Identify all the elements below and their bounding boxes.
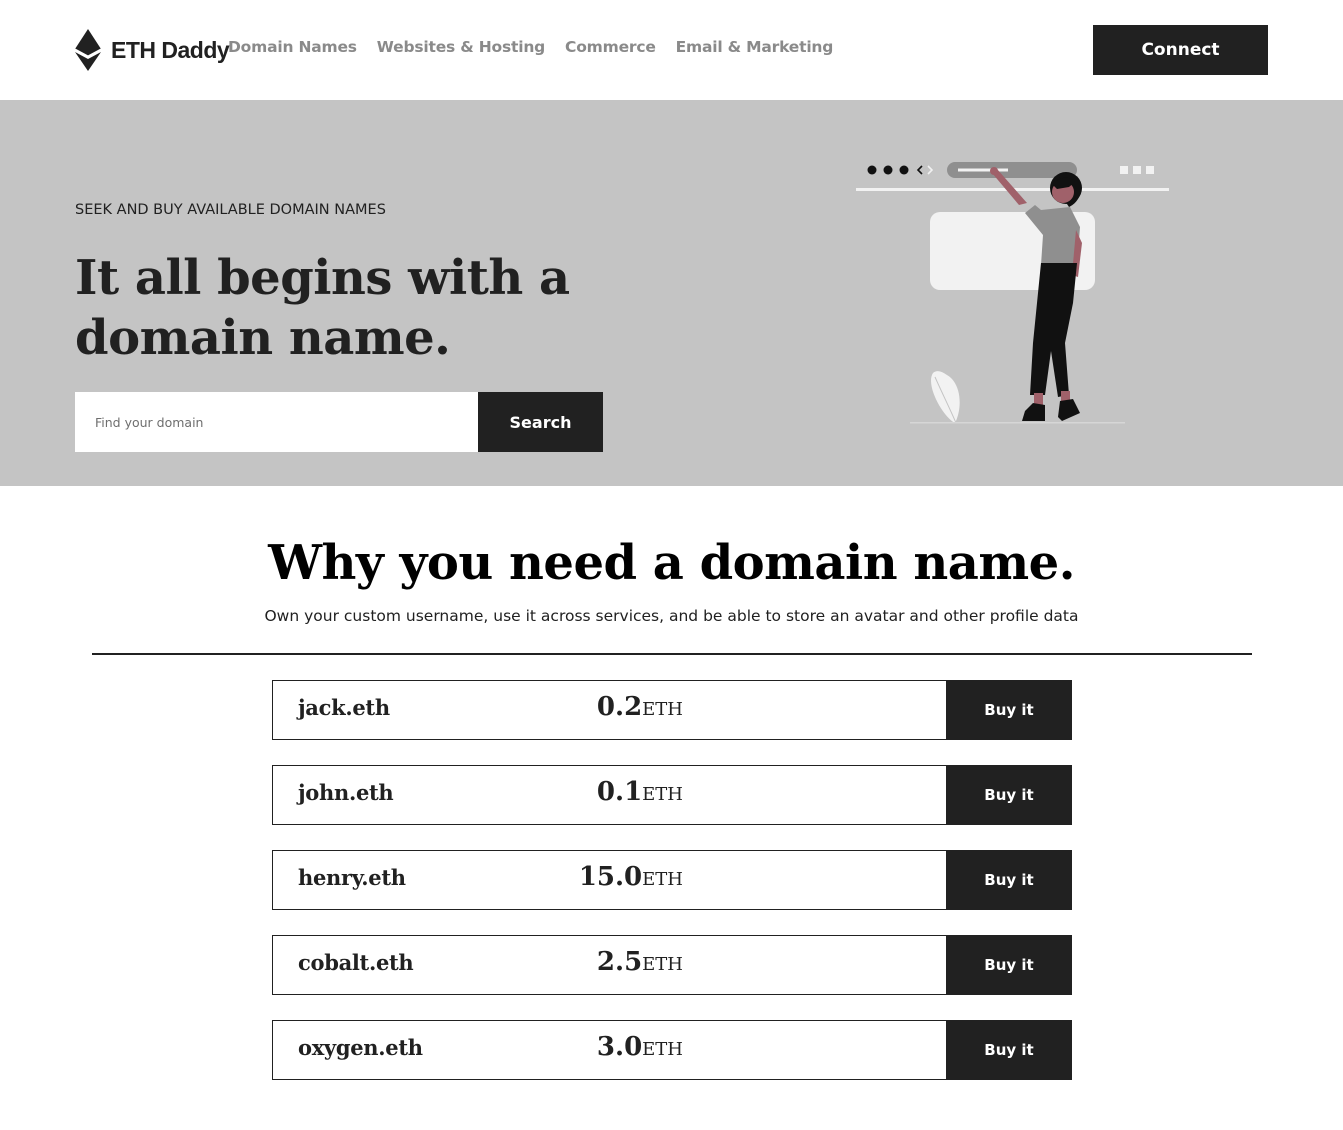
buy-button[interactable]: Buy it	[946, 935, 1072, 995]
hero-headline: It all begins with a domain name.	[75, 250, 570, 366]
brand-logo-link[interactable]: ETH Daddy	[75, 29, 230, 71]
search-button[interactable]: Search	[478, 392, 603, 452]
browser-woman-illustration	[856, 162, 1169, 424]
nav-link-websites-hosting[interactable]: Websites & Hosting	[377, 38, 545, 56]
section-divider	[92, 653, 1252, 655]
domain-card: henry.eth 15.0 ETH Buy it	[272, 850, 1072, 910]
domain-listings: jack.eth 0.2 ETH Buy it john.eth 0.1 ETH B…	[272, 680, 1072, 1105]
price-value: 0.1	[596, 777, 643, 807]
domain-name: john.eth	[298, 780, 394, 805]
buy-button[interactable]: Buy it	[946, 765, 1072, 825]
domain-search-input[interactable]	[75, 392, 478, 452]
hero-section: SEEK AND BUY AVAILABLE DOMAIN NAMES It a…	[0, 100, 1343, 486]
domain-name: cobalt.eth	[298, 950, 414, 975]
domain-card: jack.eth 0.2 ETH Buy it	[272, 680, 1072, 740]
price-value: 2.5	[596, 947, 643, 977]
price-unit: ETH	[642, 954, 683, 975]
top-nav: ETH Daddy Domain Names Websites & Hostin…	[0, 0, 1343, 100]
price-value: 3.0	[596, 1032, 643, 1062]
domain-card: john.eth 0.1 ETH Buy it	[272, 765, 1072, 825]
brand-name: ETH Daddy	[111, 36, 230, 63]
domain-price: 0.1 ETH	[597, 777, 683, 807]
buy-button[interactable]: Buy it	[946, 1020, 1072, 1080]
buy-button[interactable]: Buy it	[946, 850, 1072, 910]
price-unit: ETH	[642, 869, 683, 890]
domain-price: 0.2 ETH	[597, 692, 683, 722]
nav-link-commerce[interactable]: Commerce	[565, 38, 656, 56]
nav-link-domain-names[interactable]: Domain Names	[228, 38, 357, 56]
why-title: Why you need a domain name.	[268, 535, 1075, 591]
price-unit: ETH	[642, 1039, 683, 1060]
why-subtitle: Own your custom username, use it across …	[264, 607, 1079, 625]
ethereum-logo-icon	[75, 29, 101, 71]
hero-eyebrow: SEEK AND BUY AVAILABLE DOMAIN NAMES	[75, 202, 386, 218]
domain-name: oxygen.eth	[298, 1035, 423, 1060]
domain-price: 15.0 ETH	[579, 862, 683, 892]
connect-button[interactable]: Connect	[1093, 25, 1268, 75]
domain-card: cobalt.eth 2.5 ETH Buy it	[272, 935, 1072, 995]
buy-button[interactable]: Buy it	[946, 680, 1072, 740]
domain-price: 2.5 ETH	[597, 947, 683, 977]
nav-link-email-marketing[interactable]: Email & Marketing	[676, 38, 834, 56]
price-value: 0.2	[596, 692, 643, 722]
price-unit: ETH	[642, 699, 683, 720]
domain-name: henry.eth	[298, 865, 406, 890]
price-unit: ETH	[642, 784, 683, 805]
domain-name: jack.eth	[298, 695, 390, 720]
domain-card: oxygen.eth 3.0 ETH Buy it	[272, 1020, 1072, 1080]
price-value: 15.0	[578, 862, 643, 892]
domain-price: 3.0 ETH	[597, 1032, 683, 1062]
nav-links: Domain Names Websites & Hosting Commerce…	[228, 38, 833, 56]
